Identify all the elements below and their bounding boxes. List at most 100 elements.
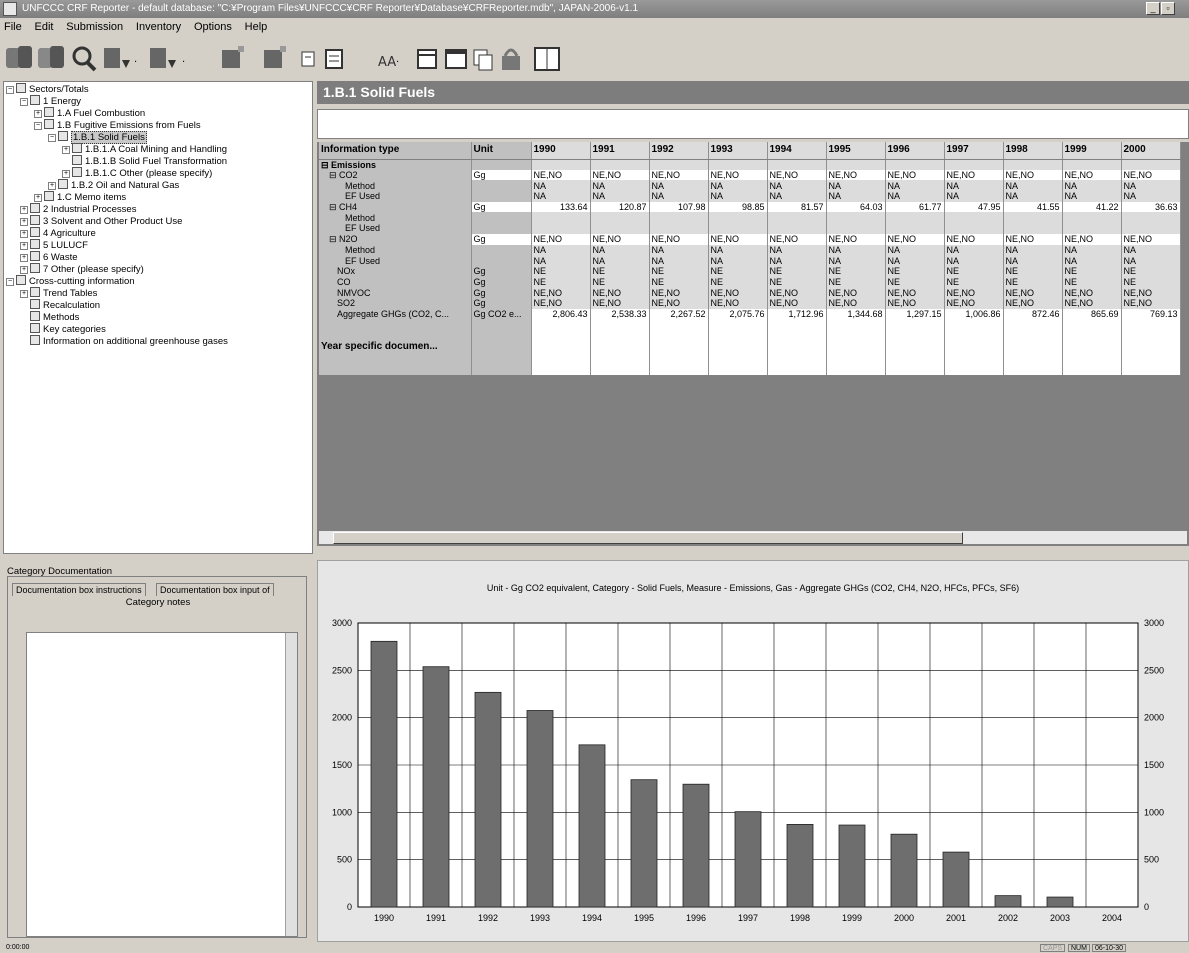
grid-cell[interactable]: NE,NO [1062, 297, 1122, 309]
grid-cell[interactable]: NE,NO [531, 233, 591, 245]
window-icon[interactable] [445, 49, 467, 69]
grid-cell[interactable] [944, 159, 1004, 170]
grid-cell[interactable] [649, 223, 709, 234]
grid-cell[interactable]: 872.46 [1003, 308, 1063, 320]
grid-cell[interactable]: NA [531, 191, 591, 202]
grid-cell[interactable] [944, 319, 1004, 376]
grid-cell[interactable] [531, 159, 591, 170]
grid-cell[interactable] [1003, 319, 1063, 376]
grid-cell[interactable]: NE [531, 276, 591, 288]
tree-item-other-1b1c[interactable]: +1.B.1.C Other (please specify) [62, 167, 212, 179]
grid-cell[interactable]: NE [885, 276, 945, 288]
grid-cell[interactable]: NE [708, 276, 768, 288]
menu-inventory[interactable]: Inventory [136, 21, 181, 33]
expand-icon[interactable]: + [20, 290, 28, 298]
grid-cell[interactable] [826, 223, 886, 234]
bar[interactable] [994, 895, 1022, 908]
grid-cell[interactable]: NE,NO [1062, 287, 1122, 298]
collapse-icon[interactable]: − [6, 278, 14, 286]
expand-icon[interactable]: + [20, 218, 28, 226]
menu-options[interactable]: Options [194, 21, 232, 33]
grid-cell[interactable] [708, 212, 768, 224]
grid-cell[interactable]: NE,NO [1003, 297, 1063, 309]
grid-cell[interactable]: 2,538.33 [590, 308, 650, 320]
grid-cell[interactable]: 81.57 [767, 201, 827, 213]
grid-cell[interactable] [531, 319, 591, 376]
grid-cell[interactable]: NA [944, 191, 1004, 202]
grid-cell[interactable] [590, 319, 650, 376]
grid-cell[interactable] [708, 223, 768, 234]
grid-cell[interactable]: NE,NO [826, 233, 886, 245]
grid-cell[interactable]: 47.95 [944, 201, 1004, 213]
grid-cell[interactable]: NA [1003, 244, 1063, 256]
grid-cell[interactable]: NA [531, 244, 591, 256]
grid-cell[interactable]: NE [767, 265, 827, 277]
tree-item-recalculation[interactable]: Recalculation [30, 299, 100, 311]
expand-icon[interactable]: + [62, 146, 70, 154]
grid-cell[interactable] [590, 159, 650, 170]
report-icon[interactable] [325, 49, 343, 69]
grid-cell[interactable] [767, 159, 827, 170]
grid-cell[interactable]: 769.13 [1121, 308, 1181, 320]
grid-cell[interactable]: NA [649, 180, 709, 192]
bar[interactable] [682, 783, 710, 908]
grid-cell[interactable] [944, 223, 1004, 234]
grid-cell[interactable] [885, 319, 945, 376]
bar[interactable] [734, 811, 762, 908]
grid-cell[interactable] [1062, 212, 1122, 224]
grid-cell[interactable]: NE,NO [826, 297, 886, 309]
grid-cell[interactable] [1062, 159, 1122, 170]
remove-item-icon[interactable] [264, 46, 286, 68]
grid-cell[interactable]: NE,NO [1121, 233, 1181, 245]
grid-cell[interactable]: NA [1121, 180, 1181, 192]
bar[interactable] [526, 710, 554, 908]
tree-item-other-sector[interactable]: +7 Other (please specify) [20, 263, 144, 275]
grid-cell[interactable]: NA [708, 191, 768, 202]
grid-cell[interactable]: NE [1121, 265, 1181, 277]
grid-cell[interactable]: NA [590, 255, 650, 266]
grid-cell[interactable]: NE [944, 276, 1004, 288]
grid-cell[interactable]: NE,NO [590, 233, 650, 245]
grid-cell[interactable] [767, 319, 827, 376]
grid-cell[interactable]: NA [767, 244, 827, 256]
grid-cell[interactable]: NA [1003, 191, 1063, 202]
expand-icon[interactable]: + [20, 242, 28, 250]
grid-cell[interactable]: NA [885, 180, 945, 192]
grid-cell[interactable]: NE,NO [531, 297, 591, 309]
grid-cell[interactable]: NE,NO [649, 169, 709, 181]
grid-cell[interactable]: NE,NO [708, 233, 768, 245]
grid-cell[interactable]: NA [885, 255, 945, 266]
grid-cell[interactable] [1062, 223, 1122, 234]
grid-cell[interactable]: NE [826, 265, 886, 277]
calendar-icon[interactable] [417, 49, 437, 69]
grid-cell[interactable]: NE,NO [649, 233, 709, 245]
scroll-thumb[interactable] [333, 532, 963, 544]
grid-cell[interactable]: NA [826, 255, 886, 266]
grid-cell[interactable]: NA [944, 255, 1004, 266]
minimize-button[interactable]: _ [1146, 2, 1160, 15]
bar[interactable] [422, 666, 450, 908]
database-icon[interactable] [6, 46, 32, 68]
grid-cell[interactable]: NE,NO [708, 297, 768, 309]
grid-cell[interactable] [1003, 212, 1063, 224]
grid-cell[interactable]: NA [944, 180, 1004, 192]
grid-cell[interactable]: NE [885, 265, 945, 277]
grid-cell[interactable]: 107.98 [649, 201, 709, 213]
grid-cell[interactable] [1062, 319, 1122, 376]
grid-cell[interactable] [590, 223, 650, 234]
grid-cell[interactable]: NE,NO [944, 169, 1004, 181]
expand-icon[interactable]: + [20, 206, 28, 214]
grid-cell[interactable] [1121, 212, 1181, 224]
grid-cell[interactable]: NA [1062, 191, 1122, 202]
grid-cell[interactable]: NE,NO [649, 287, 709, 298]
tree-item-oil-natural-gas[interactable]: +1.B.2 Oil and Natural Gas [48, 179, 179, 191]
tree-item-energy[interactable]: − 1 Energy [20, 95, 81, 107]
copy-icon[interactable] [473, 49, 493, 71]
expand-icon[interactable]: + [48, 182, 56, 190]
grid-cell[interactable] [590, 212, 650, 224]
grid-cell[interactable]: NE,NO [708, 169, 768, 181]
grid-cell[interactable]: NE,NO [767, 169, 827, 181]
grid-cell[interactable] [885, 159, 945, 170]
bar[interactable] [630, 779, 658, 908]
grid-cell[interactable] [885, 212, 945, 224]
